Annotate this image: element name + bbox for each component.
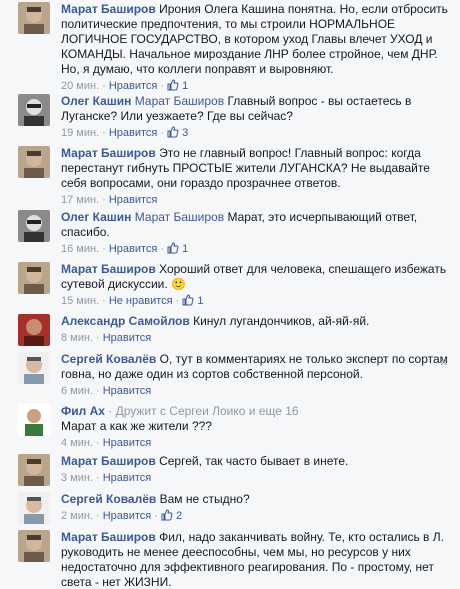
avatar[interactable] <box>18 262 50 294</box>
comment-text: Вам не стыдно? <box>159 492 250 506</box>
like-count-value: 3 <box>182 127 189 139</box>
thumbs-up-icon <box>161 509 173 521</box>
like-count[interactable]: 1 <box>167 242 189 255</box>
comment-author[interactable]: Фил Ах <box>61 404 105 418</box>
comment-meta: 20 мин. · Нравится · 1 <box>61 79 189 92</box>
like-link[interactable]: Нравится <box>109 80 158 92</box>
comment-author[interactable]: Марат Баширов <box>61 146 156 160</box>
comment-body: Сергей Ковалёв О, тут в комментариях не … <box>61 352 450 398</box>
like-link[interactable]: Нравится <box>109 127 158 139</box>
comment-body: Марат Баширов Фил, надо заканчивать войн… <box>61 530 450 589</box>
comment-meta: 6 мин. · Нравится <box>61 385 152 397</box>
avatar[interactable] <box>18 94 50 126</box>
like-count[interactable]: 1 <box>167 79 189 92</box>
comment-author[interactable]: Марат Баширов <box>61 530 156 544</box>
like-link[interactable]: Нравится <box>109 243 158 255</box>
comment-text: Сергей, так часто бывает в инете. <box>159 454 349 468</box>
comment-time[interactable]: 15 мин. <box>61 295 99 307</box>
comment-meta: 4 мин. · Нравится <box>61 437 152 449</box>
smile-emoji: 🙂 <box>171 277 186 291</box>
comment-meta: 15 мин. · Не нравится · 1 <box>61 294 204 307</box>
comment-time[interactable]: 3 мин. <box>61 472 93 484</box>
comment-mention[interactable]: Марат Баширов <box>135 94 224 108</box>
like-link[interactable]: Нравится <box>103 385 152 397</box>
like-count-value: 1 <box>182 243 189 255</box>
comment-body: Александр Самойлов Кинул лугандончиков, … <box>61 314 450 345</box>
comment-body: Марат Баширов Ирония Олега Кашина понятн… <box>61 2 450 93</box>
comment-meta: 16 мин. · Нравится · 1 <box>61 242 189 255</box>
unlike-link[interactable]: Не нравится <box>109 295 173 307</box>
avatar[interactable] <box>18 210 50 242</box>
comment-meta: 3 мин. · Нравится <box>61 472 152 484</box>
comment-author[interactable]: Марат Баширов <box>61 2 156 16</box>
avatar[interactable] <box>18 2 50 34</box>
comment-author[interactable]: Марат Баширов <box>61 262 156 276</box>
friend-context: · Дружит с Сергеи Лоико и еще 16 <box>108 404 299 418</box>
comment-body: Марат Баширов Сергей, так часто бывает в… <box>61 454 450 485</box>
avatar[interactable] <box>18 146 50 178</box>
comment-time[interactable]: 2 мин. <box>61 510 93 522</box>
like-count[interactable]: 2 <box>161 509 183 522</box>
comment-meta: 19 мин. · Нравится · 3 <box>61 126 189 139</box>
like-link[interactable]: Нравится <box>109 194 158 206</box>
thumbs-up-icon <box>167 79 179 91</box>
avatar[interactable] <box>18 314 50 346</box>
close-icon[interactable]: × <box>440 354 448 370</box>
comment-mention[interactable]: Марат Баширов <box>135 210 224 224</box>
thumbs-up-icon <box>167 242 179 254</box>
comment-author[interactable]: Олег Кашин <box>61 210 131 224</box>
thumbs-up-icon <box>182 294 194 306</box>
like-link[interactable]: Нравится <box>103 332 152 344</box>
comment-time[interactable]: 19 мин. <box>61 127 99 139</box>
comment-body: Сергей Ковалёв Вам не стыдно? 2 мин. · Нра… <box>61 492 450 523</box>
like-link[interactable]: Нравится <box>103 472 152 484</box>
comment-time[interactable]: 16 мин. <box>61 243 99 255</box>
comment-time[interactable]: 6 мин. <box>61 385 93 397</box>
comment-author[interactable]: Сергей Ковалёв <box>61 492 156 506</box>
like-count-value: 1 <box>182 80 189 92</box>
comment-time[interactable]: 4 мин. <box>61 437 93 449</box>
comment-author[interactable]: Олег Кашин <box>61 94 131 108</box>
thumbs-up-icon <box>167 126 179 138</box>
comment-thread: Марат Баширов Ирония Олега Кашина понятн… <box>0 0 460 589</box>
like-count-value: 2 <box>175 510 183 522</box>
comment-body: Олег Кашин Марат Баширов Марат, это исче… <box>61 210 450 256</box>
comment-meta: 17 мин. · Нравится <box>61 194 158 206</box>
like-link[interactable]: Нравится <box>103 437 152 449</box>
comment-author[interactable]: Александр Самойлов <box>61 314 190 328</box>
avatar[interactable] <box>18 454 50 486</box>
comment-body: Марат Баширов Хороший ответ для человека… <box>61 262 450 308</box>
avatar[interactable] <box>18 492 50 524</box>
comment-text: Кинул лугандончиков, ай-яй-яй. <box>193 314 370 328</box>
comment-time[interactable]: 8 мин. <box>61 332 93 344</box>
avatar[interactable] <box>18 530 50 562</box>
like-count[interactable]: 3 <box>167 126 189 139</box>
avatar[interactable] <box>18 404 50 436</box>
comment-body: Марат Баширов Это не главный вопрос! Гла… <box>61 146 450 207</box>
comment-text: Марат а как же жители ??? <box>61 419 212 433</box>
like-count[interactable]: 1 <box>182 294 204 307</box>
comment-meta: 8 мин. · Нравится <box>61 332 152 344</box>
like-link[interactable]: Нравится <box>103 510 152 522</box>
comment-author[interactable]: Марат Баширов <box>61 454 156 468</box>
comment-time[interactable]: 20 мин. <box>61 80 99 92</box>
comment-meta: 2 мин. · Нравится · 2 <box>61 509 183 522</box>
comment-body: Фил Ах · Дружит с Сергеи Лоико и еще 16 … <box>61 404 450 450</box>
like-count-value: 1 <box>197 295 204 307</box>
comment-body: Олег Кашин Марат Баширов Главный вопрос … <box>61 94 450 140</box>
comment-time[interactable]: 17 мин. <box>61 194 99 206</box>
avatar[interactable] <box>18 352 50 384</box>
comment-author[interactable]: Сергей Ковалёв <box>61 352 156 366</box>
